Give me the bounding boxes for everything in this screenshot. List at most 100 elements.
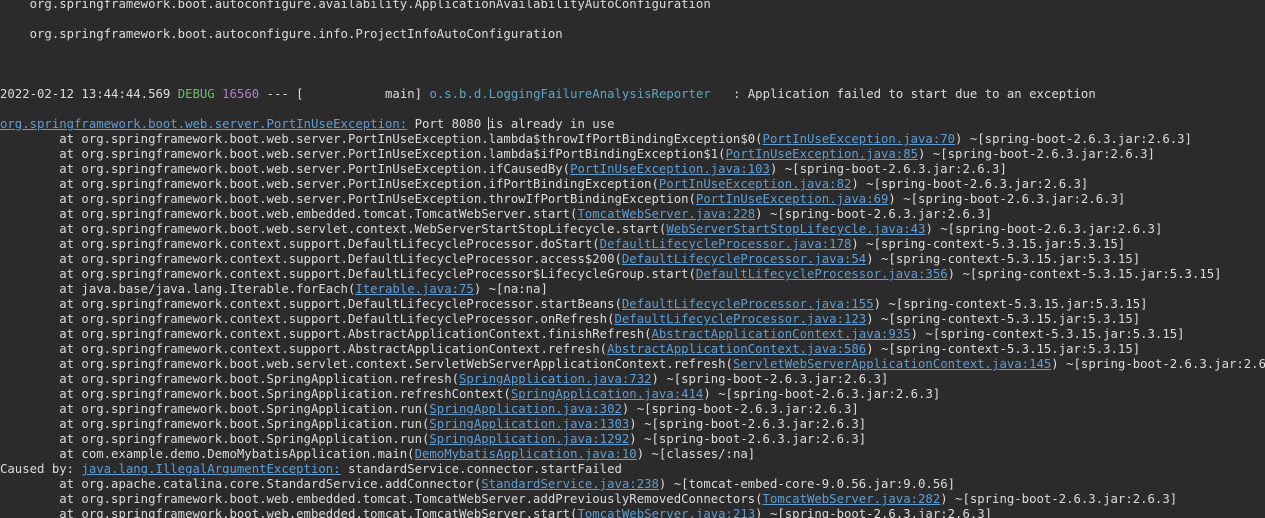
stack-frame: at org.springframework.boot.web.server.P… — [0, 147, 1155, 162]
stack-frame-jar: ) ~[spring-boot-2.6.3.jar:2.6.3] — [955, 132, 1192, 146]
source-file-link[interactable]: TomcatWebServer.java:213 — [577, 507, 755, 518]
stack-frame-jar: ) ~[spring-context-5.3.15.jar:5.3.15] — [947, 267, 1222, 281]
stack-frame-method: at org.springframework.context.support.D… — [0, 312, 615, 326]
stack-frame: at org.springframework.context.support.D… — [0, 312, 1140, 327]
stack-frame: at java.base/java.lang.Iterable.forEach(… — [0, 282, 548, 297]
stack-frame-jar: ) ~[spring-boot-2.6.3.jar:2.6.3] — [888, 192, 1126, 206]
cause-class-link[interactable]: java.lang.IllegalArgumentException: — [81, 462, 340, 476]
source-file-link[interactable]: TomcatWebServer.java:282 — [763, 492, 941, 506]
log-pid: 16560 — [222, 87, 260, 101]
stack-frame-method: at org.springframework.boot.web.servlet.… — [0, 357, 733, 371]
caused-by-prefix: Caused by: — [0, 462, 82, 476]
stack-frame-jar: ) ~[spring-context-5.3.15.jar:5.3.15] — [866, 252, 1141, 266]
source-file-link[interactable]: DefaultLifecycleProcessor.java:356 — [696, 267, 948, 281]
source-file-link[interactable]: PortInUseException.java:69 — [696, 192, 889, 206]
stack-frame-jar: ) ~[spring-context-5.3.15.jar:5.3.15] — [851, 237, 1126, 251]
source-file-link[interactable]: SpringApplication.java:414 — [511, 387, 704, 401]
source-file-link[interactable]: SpringApplication.java:1303 — [429, 417, 629, 431]
stack-frame: at org.springframework.context.support.A… — [0, 342, 1140, 357]
source-file-link[interactable]: DefaultLifecycleProcessor.java:123 — [614, 312, 866, 326]
source-file-link[interactable]: PortInUseException.java:85 — [726, 147, 919, 161]
log-logger[interactable]: o.s.b.d.LoggingFailureAnalysisReporter — [429, 87, 710, 101]
stack-frame-method: at org.springframework.boot.web.server.P… — [0, 132, 763, 146]
stack-frame-method: at org.springframework.context.support.D… — [0, 267, 696, 281]
stack-frame-jar: ) ~[spring-boot-2.6.3.jar:2.6.3] — [940, 492, 1178, 506]
stack-frame: at org.springframework.context.support.D… — [0, 297, 1148, 312]
console-output[interactable]: org.springframework.boot.autoconfigure.a… — [0, 0, 1265, 518]
stack-frame-method: at org.springframework.boot.web.embedded… — [0, 492, 763, 506]
stack-frame: at org.springframework.boot.SpringApplic… — [0, 432, 866, 447]
source-file-link[interactable]: PortInUseException.java:103 — [570, 162, 770, 176]
stack-frame: at org.springframework.boot.SpringApplic… — [0, 372, 888, 387]
source-file-link[interactable]: SpringApplication.java:1292 — [429, 432, 629, 446]
source-file-link[interactable]: WebServerStartStopLifecycle.java:43 — [666, 222, 925, 236]
source-file-link[interactable]: PortInUseException.java:70 — [763, 132, 956, 146]
source-file-link[interactable]: AbstractApplicationContext.java:586 — [607, 342, 866, 356]
stack-frame-jar: ) ~[spring-boot-2.6.3.jar:2.6.3] — [621, 402, 859, 416]
source-file-link[interactable]: ServletWebServerApplicationContext.java:… — [733, 357, 1051, 371]
stack-frame-method: at org.apache.catalina.core.StandardServ… — [0, 477, 482, 491]
stack-frame: at org.springframework.context.support.D… — [0, 237, 1125, 252]
source-file-link[interactable]: TomcatWebServer.java:228 — [577, 207, 755, 221]
stack-frame: at org.springframework.boot.web.servlet.… — [0, 357, 1265, 372]
log-message: : Application failed to start due to an … — [710, 87, 1096, 101]
source-file-link[interactable]: AbstractApplicationContext.java:935 — [652, 327, 911, 341]
stack-frame-jar: ) ~[spring-boot-2.6.3.jar:2.6.3] — [1051, 357, 1265, 371]
stack-frame: at org.springframework.boot.web.server.P… — [0, 192, 1125, 207]
stack-frame-jar: ) ~[spring-context-5.3.15.jar:5.3.15] — [873, 297, 1148, 311]
stack-frame-method: at org.springframework.boot.web.server.P… — [0, 177, 659, 191]
stack-frame-jar: ) ~[spring-boot-2.6.3.jar:2.6.3] — [703, 387, 941, 401]
stack-frame-jar: ) ~[spring-boot-2.6.3.jar:2.6.3] — [755, 507, 993, 518]
stack-frame-jar: ) ~[spring-context-5.3.15.jar:5.3.15] — [866, 342, 1141, 356]
source-file-link[interactable]: DemoMybatisApplication.java:10 — [415, 447, 637, 461]
stack-frame-jar: ) ~[spring-context-5.3.15.jar:5.3.15] — [866, 312, 1141, 326]
stack-frame: at org.springframework.boot.SpringApplic… — [0, 387, 940, 402]
stack-frame-method: at org.springframework.context.support.A… — [0, 342, 608, 356]
config-line: org.springframework.boot.autoconfigure.i… — [0, 27, 563, 41]
stack-frame-method: at org.springframework.context.support.D… — [0, 252, 622, 266]
log-level: DEBUG — [177, 87, 215, 101]
stack-frame: at org.springframework.boot.web.server.P… — [0, 177, 1088, 192]
source-file-link[interactable]: Iterable.java:75 — [355, 282, 473, 296]
source-file-link[interactable]: DefaultLifecycleProcessor.java:54 — [622, 252, 866, 266]
stack-frame-method: at org.springframework.boot.SpringApplic… — [0, 372, 460, 386]
source-file-link[interactable]: SpringApplication.java:732 — [459, 372, 652, 386]
stack-frame: at org.springframework.boot.SpringApplic… — [0, 417, 866, 432]
stack-frame-jar: ) ~[spring-boot-2.6.3.jar:2.6.3] — [651, 372, 889, 386]
source-file-link[interactable]: StandardService.java:238 — [481, 477, 659, 491]
stack-frame-jar: ) ~[classes/:na] — [636, 447, 756, 461]
stack-frame-jar: ) ~[spring-boot-2.6.3.jar:2.6.3] — [629, 417, 867, 431]
stack-frame-method: at com.example.demo.DemoMybatisApplicati… — [0, 447, 415, 461]
stack-frame-jar: ) ~[spring-context-5.3.15.jar:5.3.15] — [910, 327, 1185, 341]
stack-frame-method: at org.springframework.boot.web.server.P… — [0, 192, 696, 206]
stack-frame-method: at org.springframework.context.support.A… — [0, 327, 652, 341]
stack-frame-method: at org.springframework.boot.SpringApplic… — [0, 387, 511, 401]
caused-by-line: Caused by: java.lang.IllegalArgumentExce… — [0, 462, 622, 477]
stack-frame: at org.springframework.context.support.A… — [0, 327, 1185, 342]
stack-frame-jar: ) ~[tomcat-embed-core-9.0.56.jar:9.0.56] — [658, 477, 956, 491]
stack-frame-method: at org.springframework.boot.web.server.P… — [0, 147, 726, 161]
log-entry-line: 2022-02-12 13:44:44.569 DEBUG 16560 --- … — [0, 87, 1096, 102]
stack-frame-jar: ) ~[spring-boot-2.6.3.jar:2.6.3] — [918, 147, 1155, 161]
stack-frame: at org.springframework.context.support.D… — [0, 267, 1222, 282]
stack-frame: at com.example.demo.DemoMybatisApplicati… — [0, 447, 755, 462]
stack-frame-jar: ) ~[na:na] — [473, 282, 548, 296]
stack-frame-method: at org.springframework.boot.SpringApplic… — [0, 432, 430, 446]
stack-frame-method: at org.springframework.boot.web.embedded… — [0, 507, 578, 518]
exception-class-link[interactable]: org.springframework.boot.web.server.Port… — [0, 117, 407, 131]
stack-frame: at org.springframework.boot.web.embedded… — [0, 492, 1177, 507]
exception-line: org.springframework.boot.web.server.Port… — [0, 117, 614, 132]
log-timestamp: 2022-02-12 13:44:44.569 — [0, 87, 171, 101]
source-file-link[interactable]: DefaultLifecycleProcessor.java:178 — [600, 237, 852, 251]
cause-message: standardService.connector.startFailed — [340, 462, 622, 476]
stack-frame: at org.springframework.context.support.D… — [0, 252, 1140, 267]
log-separator: --- [ — [259, 87, 304, 101]
stack-frame-method: at org.springframework.boot.web.servlet.… — [0, 222, 667, 236]
stack-frame: at org.springframework.boot.web.embedded… — [0, 207, 992, 222]
source-file-link[interactable]: DefaultLifecycleProcessor.java:155 — [622, 297, 874, 311]
source-file-link[interactable]: PortInUseException.java:82 — [659, 177, 852, 191]
stack-frame: at org.springframework.boot.web.server.P… — [0, 132, 1192, 147]
source-file-link[interactable]: SpringApplication.java:302 — [429, 402, 622, 416]
config-line: org.springframework.boot.autoconfigure.a… — [0, 0, 711, 11]
stack-frame-jar: ) ~[spring-boot-2.6.3.jar:2.6.3] — [629, 432, 867, 446]
